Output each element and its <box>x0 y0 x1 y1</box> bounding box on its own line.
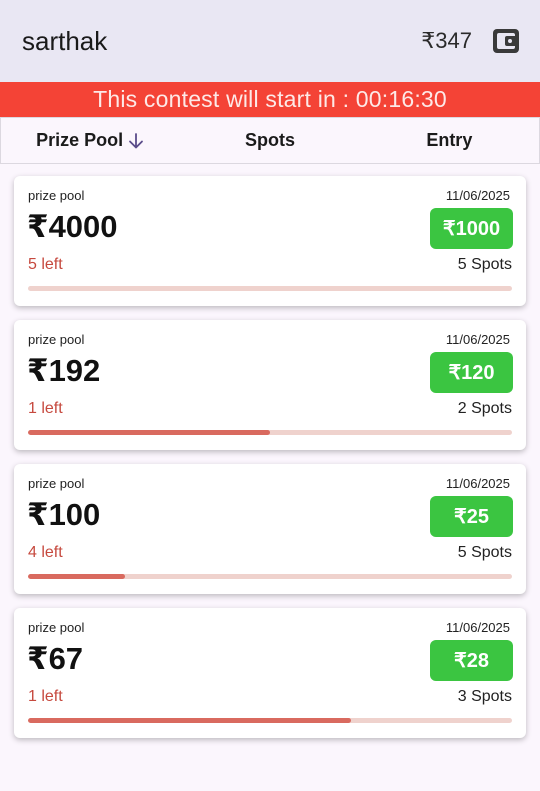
spots-left: 4 left <box>28 544 63 561</box>
arrow-down-icon <box>129 132 144 148</box>
sort-entry-label: Entry <box>426 130 473 150</box>
prize-pool-label: prize pool <box>28 188 85 203</box>
prize-pool-label: prize pool <box>28 476 85 491</box>
contest-date: 11/06/2025 <box>445 188 510 203</box>
contest-card[interactable]: prize pool 11/06/2025 ₹4000 ₹1000 5 left… <box>14 176 526 306</box>
prize-pool-amount: ₹67 <box>27 641 84 676</box>
spots-progress-bar <box>28 718 512 723</box>
sort-spots-label: Spots <box>244 130 295 150</box>
spots-progress-bar <box>28 430 512 435</box>
prize-pool-label: prize pool <box>28 332 85 347</box>
contest-date: 11/06/2025 <box>445 332 510 347</box>
sort-bar: Prize Pool Spots Entry <box>0 117 540 164</box>
contest-list: prize pool 11/06/2025 ₹4000 ₹1000 5 left… <box>0 164 540 738</box>
total-spots: 5 Spots <box>457 544 512 561</box>
contest-date: 11/06/2025 <box>445 620 510 635</box>
wallet-icon[interactable] <box>492 28 520 54</box>
contest-card[interactable]: prize pool 11/06/2025 ₹67 ₹28 1 left 3 S… <box>14 608 526 738</box>
contest-date: 11/06/2025 <box>445 476 510 491</box>
entry-fee-button[interactable]: ₹1000 <box>430 208 513 249</box>
contest-card[interactable]: prize pool 11/06/2025 ₹192 ₹120 1 left 2… <box>14 320 526 450</box>
app-header: sarthak ₹347 <box>0 0 540 82</box>
spots-progress-fill <box>28 430 270 435</box>
total-spots: 5 Spots <box>457 256 512 273</box>
spots-progress-fill <box>28 574 125 579</box>
prize-pool-amount: ₹192 <box>27 353 101 388</box>
spots-left: 1 left <box>28 400 63 417</box>
spots-progress-fill <box>28 718 351 723</box>
entry-fee-button[interactable]: ₹120 <box>430 352 513 393</box>
username: sarthak <box>22 25 108 56</box>
entry-fee-button[interactable]: ₹28 <box>430 640 513 681</box>
sort-spots[interactable]: Spots <box>180 118 359 163</box>
prize-pool-amount: ₹4000 <box>27 209 118 244</box>
total-spots: 3 Spots <box>457 688 512 705</box>
entry-fee-button[interactable]: ₹25 <box>430 496 513 537</box>
sort-prize-pool-label: Prize Pool <box>36 130 124 150</box>
total-spots: 2 Spots <box>457 400 512 417</box>
spots-progress-bar <box>28 286 512 291</box>
spots-left: 1 left <box>28 688 63 705</box>
countdown-text: This contest will start in : 00:16:30 <box>93 86 447 112</box>
spots-progress-bar <box>28 574 512 579</box>
spots-left: 5 left <box>28 256 63 273</box>
contest-countdown-banner: This contest will start in : 00:16:30 <box>0 82 540 117</box>
prize-pool-label: prize pool <box>28 620 85 635</box>
wallet-balance: ₹347 <box>421 28 472 53</box>
sort-entry[interactable]: Entry <box>360 118 539 163</box>
prize-pool-amount: ₹100 <box>27 497 101 532</box>
sort-prize-pool[interactable]: Prize Pool <box>1 118 180 163</box>
balance-area: ₹347 <box>421 28 520 54</box>
contest-card[interactable]: prize pool 11/06/2025 ₹100 ₹25 4 left 5 … <box>14 464 526 594</box>
